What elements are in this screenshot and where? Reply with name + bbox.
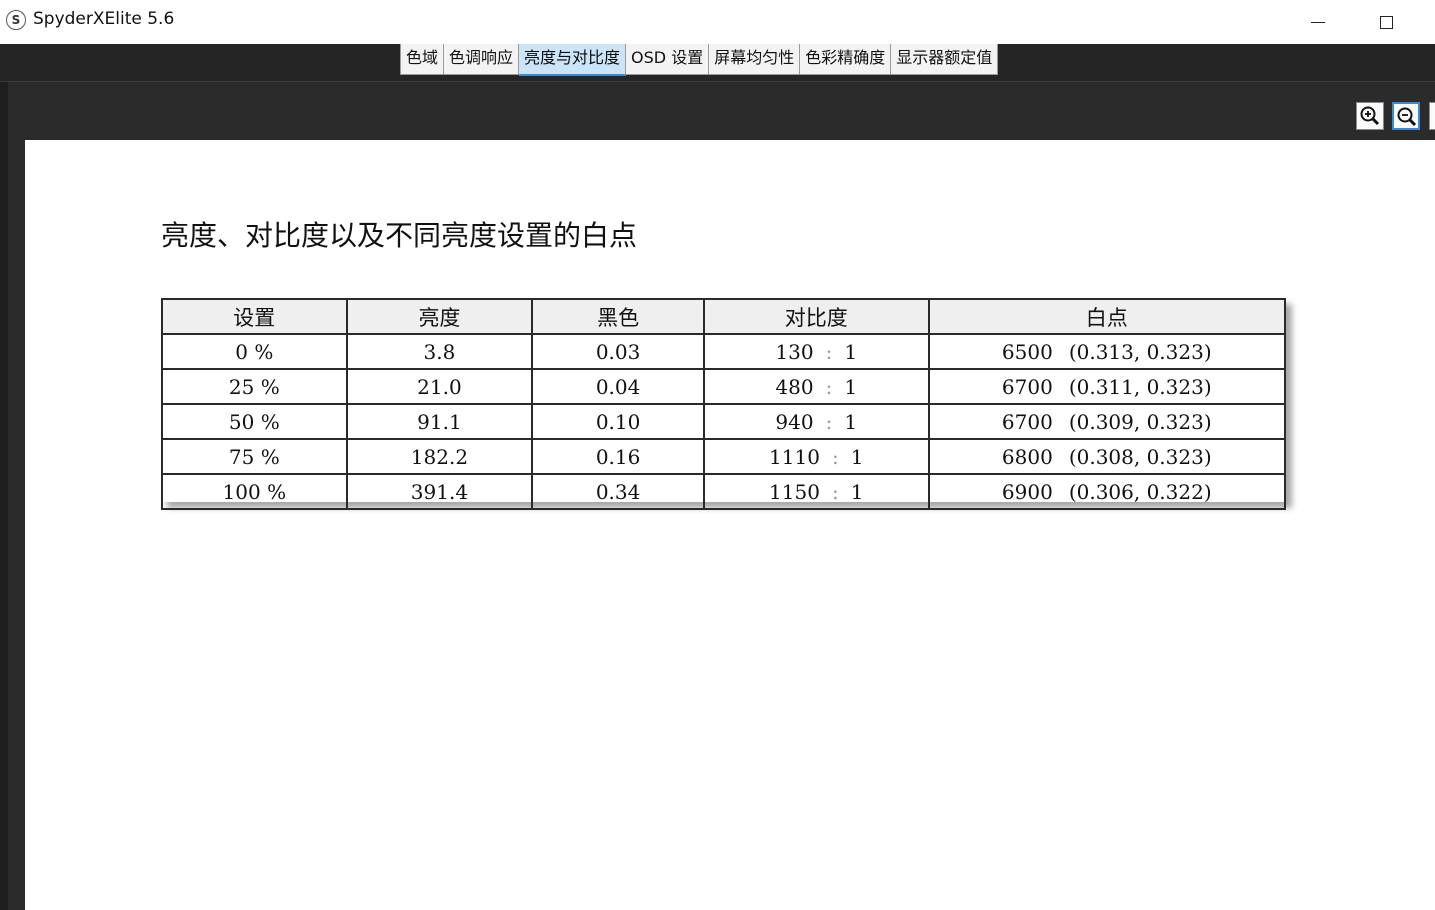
contrast-ratio: 1 xyxy=(850,479,864,504)
cell-luminance: 3.8 xyxy=(345,333,534,370)
cell-white-point: 6700 (0.311, 0.323) xyxy=(927,368,1287,405)
cell-contrast: 130:1 xyxy=(702,333,930,370)
col-header-luminance: 亮度 xyxy=(345,298,534,335)
ratio-separator: : xyxy=(825,409,833,434)
zoom-out-button[interactable] xyxy=(1392,102,1420,130)
zoom-in-button[interactable] xyxy=(1356,102,1384,130)
report-title: 亮度、对比度以及不同亮度设置的白点 xyxy=(161,219,638,252)
cell-setting: 100 % xyxy=(161,473,348,510)
white-point-cct: 6800 xyxy=(1001,444,1053,469)
table-row: 50 % 91.1 0.10 940:1 6700 (0.309, 0.323) xyxy=(161,403,1287,440)
cell-white-point: 6900 (0.306, 0.322) xyxy=(927,473,1287,510)
tab-osd-settings[interactable]: OSD 设置 xyxy=(626,44,710,74)
cell-black: 0.04 xyxy=(531,368,705,405)
col-header-contrast: 对比度 xyxy=(702,298,930,335)
minimize-icon xyxy=(1311,21,1325,23)
cell-setting: 50 % xyxy=(161,403,348,440)
tab-color-accuracy[interactable]: 色彩精确度 xyxy=(800,44,892,74)
report-tabs: 色域 色调响应 亮度与对比度 OSD 设置 屏幕均匀性 色彩精确度 显示器额定值 xyxy=(400,44,999,76)
cell-contrast: 1110:1 xyxy=(702,438,930,475)
col-header-black: 黑色 xyxy=(531,298,705,335)
contrast-ratio: 1 xyxy=(844,339,858,364)
tab-tone-response[interactable]: 色调响应 xyxy=(444,44,520,74)
report-toolbar xyxy=(8,82,1435,140)
maximize-button[interactable] xyxy=(1357,0,1415,44)
white-point-cct: 6900 xyxy=(1001,479,1053,504)
white-point-xy: (0.306, 0.322) xyxy=(1068,479,1212,504)
col-header-setting: 设置 xyxy=(161,298,348,335)
maximize-icon xyxy=(1379,15,1393,29)
cell-luminance: 21.0 xyxy=(345,368,534,405)
cell-setting: 0 % xyxy=(161,333,348,370)
report-page: 亮度、对比度以及不同亮度设置的白点 设置 亮度 黑色 对比度 白点 0 % 3.… xyxy=(25,140,1435,910)
left-edge xyxy=(0,82,8,910)
cell-white-point: 6500 (0.313, 0.323) xyxy=(927,333,1287,370)
title-bar: S SpyderXElite 5.6 xyxy=(0,0,1435,44)
cell-luminance: 182.2 xyxy=(345,438,534,475)
white-point-xy: (0.308, 0.323) xyxy=(1068,444,1212,469)
contrast-ratio: 1 xyxy=(844,409,858,434)
table-row: 75 % 182.2 0.16 1110:1 6800 (0.308, 0.323… xyxy=(161,438,1287,475)
contrast-value: 480 xyxy=(775,374,814,399)
tab-screen-uniformity[interactable]: 屏幕均匀性 xyxy=(709,44,801,74)
contrast-value: 1150 xyxy=(769,479,820,504)
cell-setting: 75 % xyxy=(161,438,348,475)
tab-monitor-rating[interactable]: 显示器额定值 xyxy=(891,44,997,74)
table-row: 25 % 21.0 0.04 480:1 6700 (0.311, 0.323) xyxy=(161,368,1287,405)
cell-black: 0.34 xyxy=(531,473,705,510)
zoom-out-icon xyxy=(1397,107,1417,127)
app-icon: S xyxy=(6,10,26,30)
contrast-ratio: 1 xyxy=(844,374,858,399)
white-point-xy: (0.313, 0.323) xyxy=(1068,339,1212,364)
cell-setting: 25 % xyxy=(161,368,348,405)
cell-luminance: 391.4 xyxy=(345,473,534,510)
cell-black: 0.16 xyxy=(531,438,705,475)
ratio-separator: : xyxy=(825,339,833,364)
cell-contrast: 480:1 xyxy=(702,368,930,405)
contrast-value: 1110 xyxy=(769,444,820,469)
ratio-separator: : xyxy=(825,374,833,399)
brightness-table: 设置 亮度 黑色 对比度 白点 0 % 3.8 0.03 130:1 6500(… xyxy=(161,298,1287,510)
white-point-xy: (0.309, 0.323) xyxy=(1068,409,1212,434)
table-row: 0 % 3.8 0.03 130:1 6500 (0.313, 0.323) xyxy=(161,333,1287,370)
tab-brightness-contrast[interactable]: 亮度与对比度 xyxy=(519,44,627,76)
tab-strip: 色域 色调响应 亮度与对比度 OSD 设置 屏幕均匀性 色彩精确度 显示器额定值 xyxy=(0,44,1435,82)
cell-black: 0.03 xyxy=(531,333,705,370)
white-point-cct: 6700 xyxy=(1001,374,1053,399)
cell-contrast: 1150:1 xyxy=(702,473,930,510)
window-title: SpyderXElite 5.6 xyxy=(33,9,175,29)
white-point-cct: 6500 xyxy=(1001,339,1053,364)
ratio-separator: : xyxy=(831,444,839,469)
minimize-button[interactable] xyxy=(1289,0,1347,44)
contrast-ratio: 1 xyxy=(850,444,864,469)
ratio-separator: : xyxy=(831,479,839,504)
table-header-row: 设置 亮度 黑色 对比度 白点 xyxy=(161,298,1287,335)
white-point-cct: 6700 xyxy=(1001,409,1053,434)
contrast-value: 130 xyxy=(775,339,814,364)
contrast-value: 940 xyxy=(775,409,814,434)
col-header-white-point: 白点 xyxy=(927,298,1287,335)
table-row: 100 % 391.4 0.34 1150:1 6900 (0.306, 0.32… xyxy=(161,473,1287,510)
zoom-in-icon xyxy=(1360,106,1380,126)
white-point-xy: (0.311, 0.323) xyxy=(1068,374,1212,399)
tab-gamut[interactable]: 色域 xyxy=(401,44,445,74)
cell-luminance: 91.1 xyxy=(345,403,534,440)
brightness-table-wrap: 设置 亮度 黑色 对比度 白点 0 % 3.8 0.03 130:1 6500(… xyxy=(161,298,1287,510)
zoom-fit-button[interactable] xyxy=(1429,102,1435,130)
cell-black: 0.10 xyxy=(531,403,705,440)
cell-contrast: 940:1 xyxy=(702,403,930,440)
cell-white-point: 6800 (0.308, 0.323) xyxy=(927,438,1287,475)
cell-white-point: 6700 (0.309, 0.323) xyxy=(927,403,1287,440)
